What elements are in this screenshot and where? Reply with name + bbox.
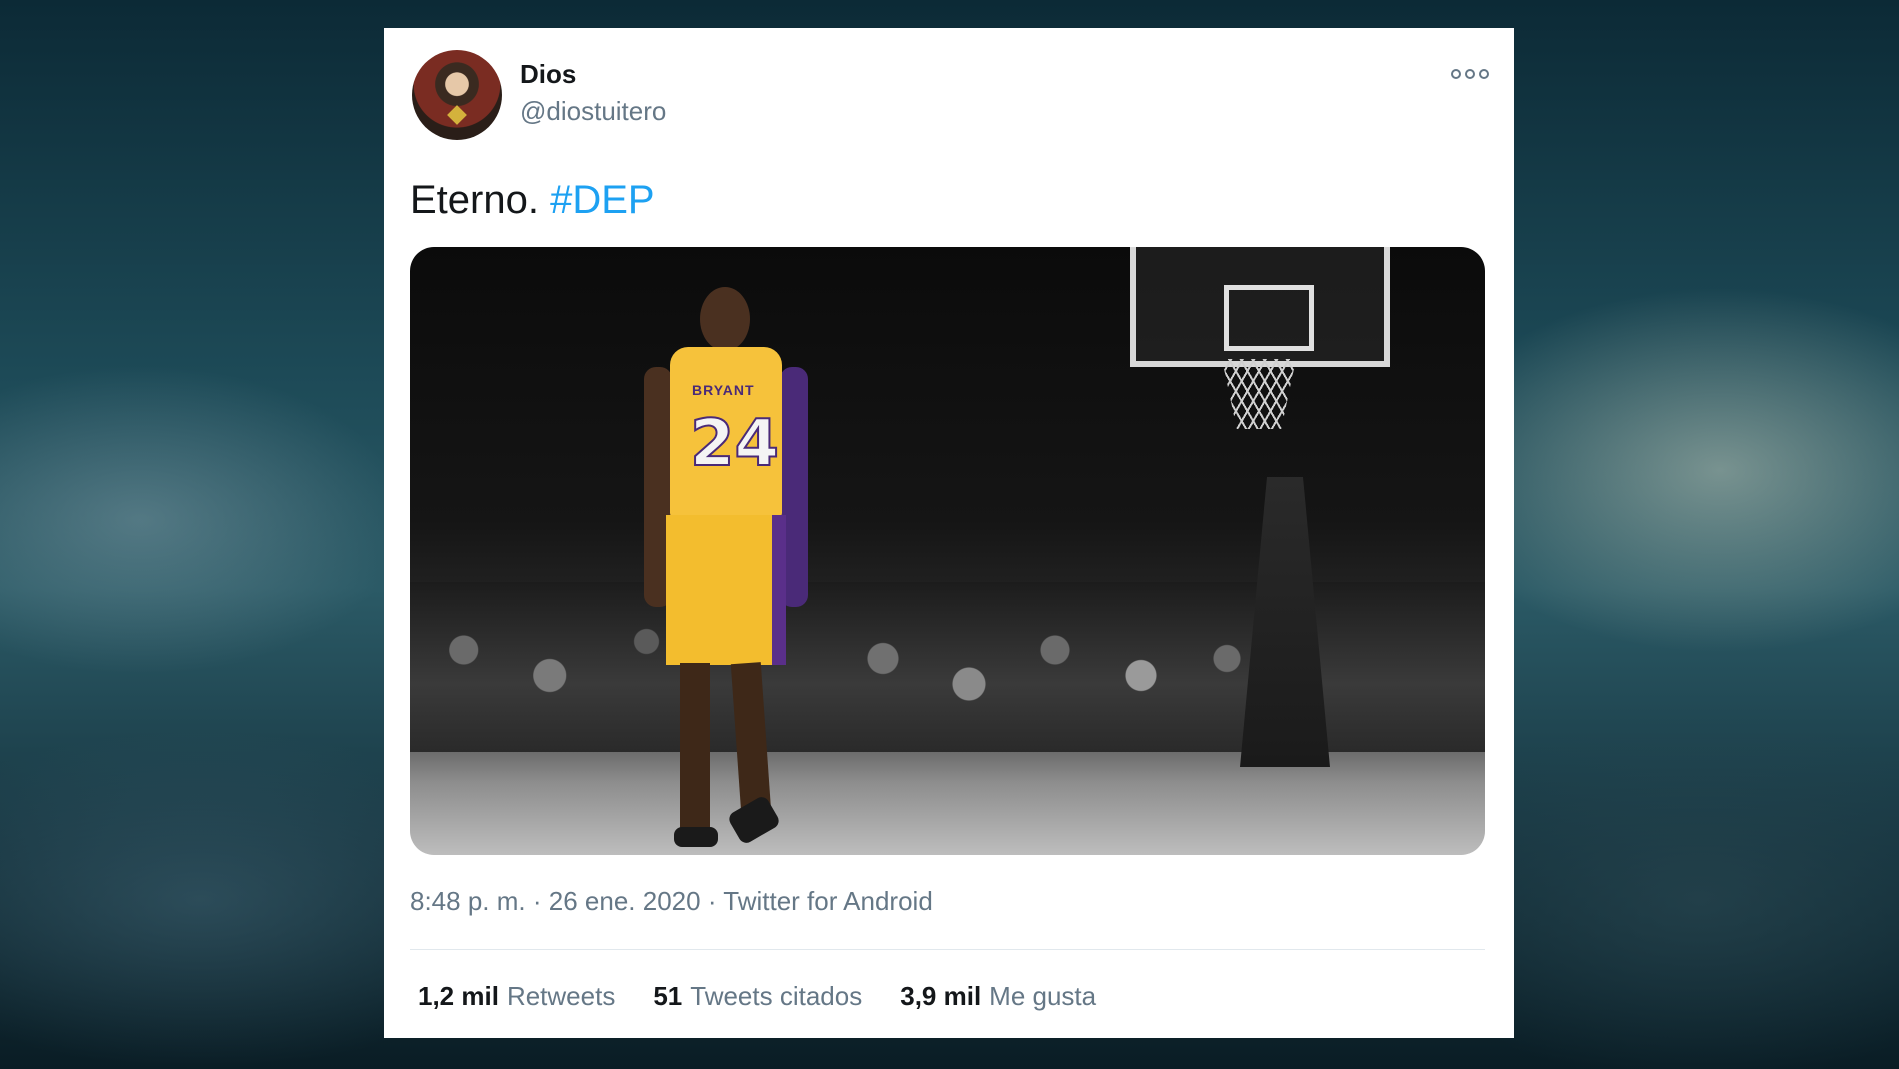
page-background: { "tweet": { "author_name": "Dios", "aut… (0, 0, 1899, 1069)
author-name[interactable]: Dios (520, 59, 576, 90)
author-handle[interactable]: @diostuitero (520, 96, 666, 127)
tweet-stats: 1,2 mil Retweets 51 Tweets citados 3,9 mil… (418, 981, 1096, 1012)
retweets-stat[interactable]: 1,2 mil Retweets (418, 981, 615, 1012)
tweet-time[interactable]: 8:48 p. m. (410, 886, 526, 916)
jersey-number: 24 (689, 406, 780, 482)
jersey-name: BRYANT (692, 382, 755, 398)
tweet-photo[interactable]: BRYANT 24 (410, 247, 1485, 855)
retweets-count: 1,2 mil (418, 981, 499, 1011)
divider (410, 949, 1485, 950)
quotes-stat[interactable]: 51 Tweets citados (653, 981, 862, 1012)
hoop-stanchion (1240, 477, 1330, 767)
separator: · (707, 886, 717, 916)
more-options-icon[interactable] (1450, 64, 1490, 84)
hashtag-link[interactable]: #DEP (550, 178, 655, 222)
avatar[interactable] (412, 50, 502, 140)
quotes-label: Tweets citados (690, 981, 863, 1011)
tweet-metadata: 8:48 p. m. · 26 ene. 2020 · Twitter for … (410, 886, 933, 917)
tweet-card: Dios @diostuitero Eterno. #DEP BRYANT 24… (384, 28, 1514, 1038)
backboard (1130, 247, 1390, 367)
basketball-net (1222, 359, 1296, 429)
likes-count: 3,9 mil (900, 981, 982, 1011)
tweet-text: Eterno. #DEP (410, 178, 655, 223)
tweet-body: Eterno. (410, 178, 539, 222)
likes-stat[interactable]: 3,9 mil Me gusta (900, 981, 1096, 1012)
quotes-count: 51 (653, 981, 683, 1011)
sacred-heart-icon (447, 105, 467, 125)
retweets-label: Retweets (506, 981, 616, 1011)
tweet-date[interactable]: 26 ene. 2020 (549, 886, 701, 916)
separator: · (532, 886, 542, 916)
tweet-source[interactable]: Twitter for Android (723, 886, 933, 916)
player-figure: BRYANT 24 (640, 287, 810, 847)
likes-label: Me gusta (989, 981, 1097, 1011)
